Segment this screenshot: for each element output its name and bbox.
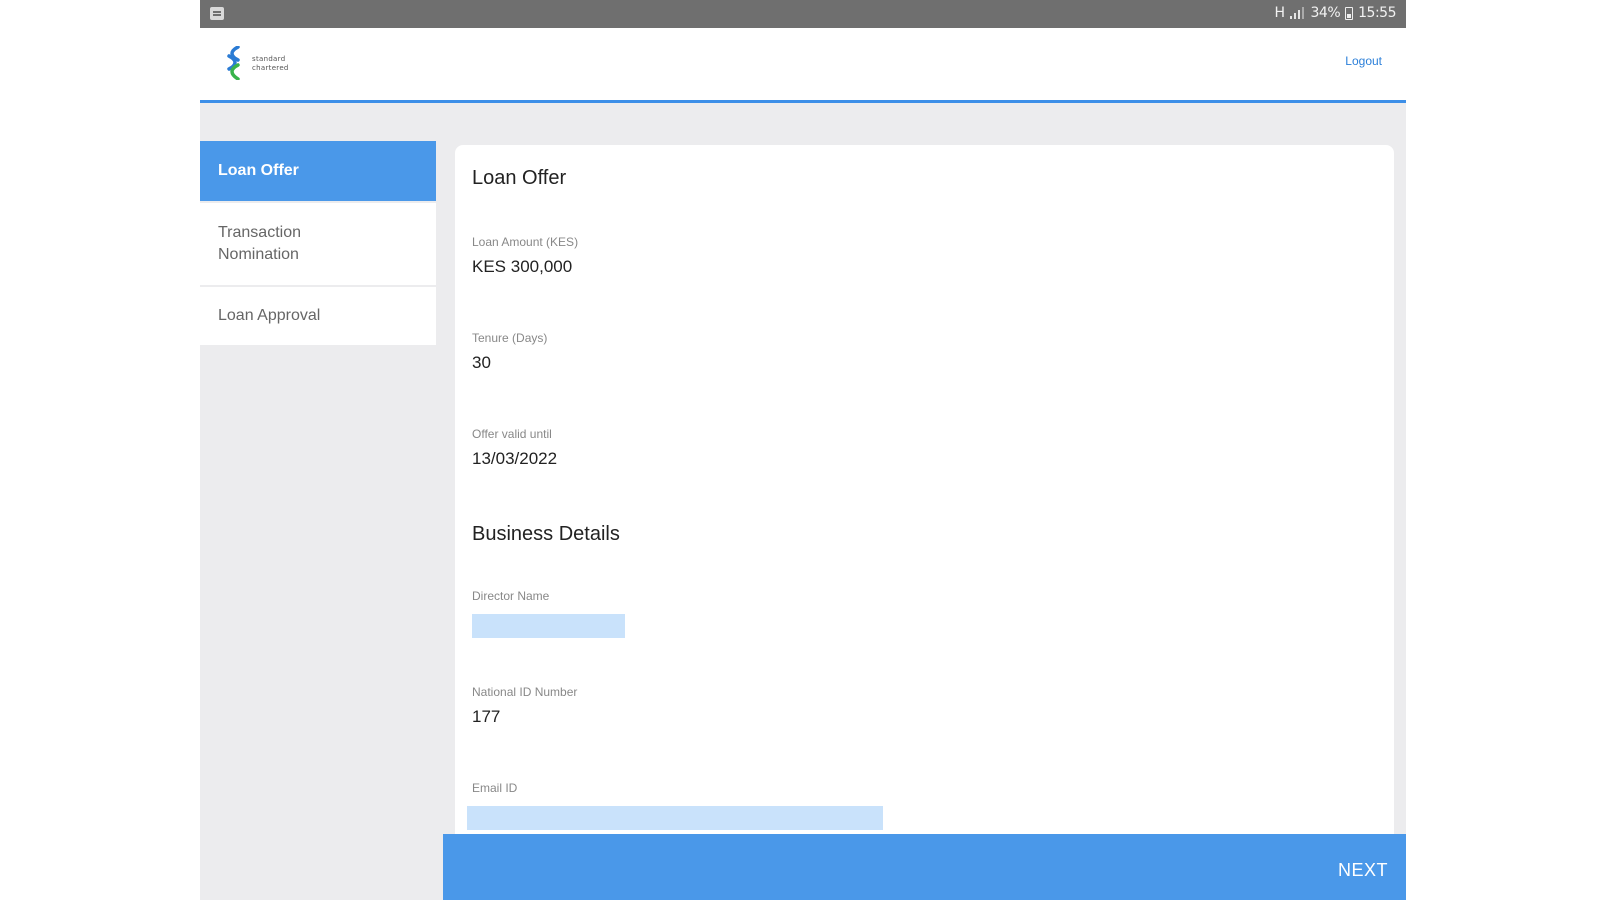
loan-offer-card: Loan Offer Loan Amount (KES) KES 300,000…	[455, 145, 1394, 845]
status-bar-right: H 34% 15:55	[1274, 5, 1396, 21]
brand-wordmark: standard chartered	[252, 55, 289, 72]
app-header: standard chartered Logout	[200, 28, 1406, 103]
next-button[interactable]: NEXT	[443, 834, 1406, 900]
brand-wordmark-line2: chartered	[252, 63, 289, 72]
status-bar: H 34% 15:55	[200, 0, 1406, 28]
brand-wordmark-line1: standard	[252, 54, 286, 63]
loan-offer-title: Loan Offer	[472, 167, 567, 189]
offer-valid-value: 13/03/2022	[472, 449, 558, 468]
clock: 15:55	[1358, 5, 1396, 21]
tenure-label: Tenure (Days)	[472, 331, 548, 345]
loan-amount-label: Loan Amount (KES)	[472, 235, 579, 249]
loan-amount-value: KES 300,000	[472, 257, 573, 276]
offer-valid-label: Offer valid until	[472, 427, 552, 441]
notification-icon	[210, 7, 224, 20]
tenure-value: 30	[472, 353, 491, 372]
battery-percent: 34%	[1310, 5, 1341, 21]
sidebar-item-label: Nomination	[218, 246, 299, 263]
sidebar-item-label: Transaction	[218, 224, 301, 241]
director-name-field[interactable]	[472, 614, 625, 638]
national-id-value: 177	[472, 707, 501, 726]
director-name-label: Director Name	[472, 589, 550, 603]
sidebar-item-label: Loan Offer	[218, 162, 299, 179]
email-field[interactable]	[467, 806, 883, 830]
sidebar-item-loan-offer[interactable]: Loan Offer	[200, 141, 436, 201]
sidebar-item-label: Loan Approval	[218, 307, 321, 324]
sidebar-item-transaction-nomination[interactable]: Transaction Nomination	[200, 203, 436, 285]
national-id-label: National ID Number	[472, 685, 578, 699]
sidebar: Loan Offer Transaction Nomination Loan A…	[200, 139, 437, 900]
email-label: Email ID	[472, 781, 518, 795]
logout-link[interactable]: Logout	[1345, 54, 1382, 68]
business-details-title: Business Details	[472, 523, 620, 545]
sidebar-item-loan-approval[interactable]: Loan Approval	[200, 287, 436, 345]
header-spacer-bar	[200, 103, 1406, 139]
brand-logo: standard chartered	[224, 45, 314, 81]
standard-chartered-logo-icon	[227, 46, 240, 80]
battery-icon	[1345, 6, 1354, 20]
device-screen: H 34% 15:55 standard chartered Logout Lo…	[200, 0, 1406, 900]
network-type: H	[1274, 5, 1285, 21]
signal-icon	[1289, 7, 1306, 19]
next-button-label: NEXT	[1337, 860, 1388, 880]
